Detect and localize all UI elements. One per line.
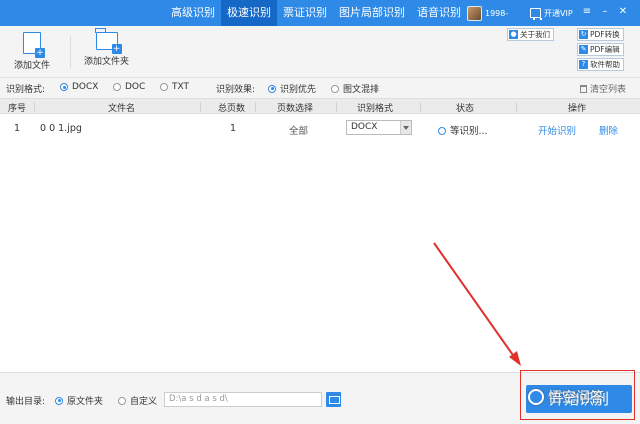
help-button[interactable]: ? 软件帮助 bbox=[577, 58, 624, 71]
row-format-value: DOCX bbox=[351, 122, 378, 132]
header-filename: 文件名 bbox=[108, 104, 136, 114]
row-filename: 0 0 1.jpg bbox=[40, 123, 82, 134]
vip-label: 开通VIP bbox=[544, 8, 573, 18]
title-bar: 高级识别 极速识别 票证识别 图片局部识别 语音识别 1998- 开通VIP ≡… bbox=[0, 0, 640, 26]
header-format: 识别格式 bbox=[357, 104, 394, 114]
header-page-select: 页数选择 bbox=[277, 104, 314, 114]
dropdown-arrow-icon bbox=[400, 121, 411, 134]
pdf-edit-button[interactable]: ✎ PDF编辑 bbox=[577, 43, 624, 56]
help-icon: ? bbox=[579, 60, 588, 69]
tab-ticket-ocr[interactable]: 票证识别 bbox=[277, 0, 333, 26]
vip-button[interactable]: 开通VIP bbox=[530, 4, 573, 22]
row-status: 等识别... bbox=[438, 123, 488, 137]
header-index: 序号 bbox=[8, 104, 27, 114]
toolbar: 添加文件 添加文件夹 ● 关于我们 ↻ PDF转换 ✎ PDF编辑 ? 软件帮助 bbox=[0, 26, 640, 78]
clear-list-button[interactable]: 清空列表 bbox=[580, 82, 626, 95]
effect-priority-radio[interactable]: 识别优先 bbox=[268, 82, 316, 95]
header-pages: 总页数 bbox=[218, 104, 246, 114]
options-row: 识别格式: DOCX DOC TXT 识别效果: 识别优先 图文混排 清空列表 bbox=[0, 79, 640, 97]
pdf-convert-button[interactable]: ↻ PDF转换 bbox=[577, 28, 624, 41]
table-row[interactable]: 1 0 0 1.jpg 1 全部 DOCX 等识别... 开始识别 删除 bbox=[0, 118, 640, 140]
radio-icon bbox=[55, 396, 63, 405]
row-status-label: 等识别... bbox=[450, 126, 488, 137]
pdf-edit-label: PDF编辑 bbox=[590, 45, 620, 54]
file-list: 1 0 0 1.jpg 1 全部 DOCX 等识别... 开始识别 删除 bbox=[0, 114, 640, 372]
main-nav: 高级识别 极速识别 票证识别 图片局部识别 语音识别 bbox=[165, 0, 467, 26]
header-actions: 操作 bbox=[568, 104, 587, 114]
header-status: 状态 bbox=[456, 104, 475, 114]
user-name: 1998- bbox=[485, 8, 509, 18]
radio-icon bbox=[60, 83, 68, 91]
about-label: 关于我们 bbox=[520, 30, 550, 39]
row-delete-link[interactable]: 删除 bbox=[599, 123, 618, 137]
radio-icon bbox=[331, 84, 339, 93]
tab-partial-image-ocr[interactable]: 图片局部识别 bbox=[333, 0, 411, 26]
output-custom-label: 自定义 bbox=[130, 397, 158, 407]
add-folder-button[interactable]: 添加文件夹 bbox=[84, 28, 130, 67]
wukong-logo-icon bbox=[528, 389, 544, 405]
row-start-link[interactable]: 开始识别 bbox=[538, 123, 576, 137]
format-docx-radio[interactable]: DOCX bbox=[60, 82, 98, 92]
effect-priority-label: 识别优先 bbox=[280, 85, 317, 95]
help-label: 软件帮助 bbox=[590, 60, 620, 69]
watermark: 悟空问答 bbox=[528, 382, 636, 412]
format-label: 识别格式: bbox=[6, 85, 46, 95]
trash-icon bbox=[580, 84, 587, 93]
radio-icon bbox=[113, 83, 121, 91]
tab-advanced-ocr[interactable]: 高级识别 bbox=[165, 0, 221, 26]
menu-icon[interactable]: ≡ bbox=[580, 4, 594, 20]
output-original-label: 原文件夹 bbox=[67, 397, 104, 407]
row-format-select[interactable]: DOCX bbox=[346, 120, 412, 135]
effect-mixed-radio[interactable]: 图文混排 bbox=[331, 82, 379, 95]
add-file-icon bbox=[23, 32, 45, 58]
output-dir-label: 输出目录: bbox=[6, 397, 46, 407]
format-txt-label: TXT bbox=[172, 82, 190, 92]
output-original-radio[interactable]: 原文件夹 bbox=[55, 394, 103, 407]
tab-voice-ocr[interactable]: 语音识别 bbox=[411, 0, 467, 26]
row-pages: 1 bbox=[230, 123, 237, 134]
radio-icon bbox=[160, 83, 168, 91]
radio-icon bbox=[268, 84, 276, 93]
add-file-button[interactable]: 添加文件 bbox=[14, 32, 50, 71]
add-folder-icon bbox=[95, 28, 122, 54]
avatar bbox=[467, 5, 482, 21]
convert-icon: ↻ bbox=[579, 30, 588, 39]
edit-icon: ✎ bbox=[579, 45, 588, 54]
table-header: 序号 文件名 总页数 页数选择 识别格式 状态 操作 bbox=[0, 98, 640, 114]
effect-mixed-label: 图文混排 bbox=[343, 85, 380, 95]
about-button[interactable]: ● 关于我们 bbox=[507, 28, 554, 41]
format-doc-label: DOC bbox=[125, 82, 146, 92]
watermark-text: 悟空问答 bbox=[548, 390, 604, 406]
output-path-input[interactable]: D:\a s d a s d\ bbox=[164, 392, 322, 407]
row-page-select[interactable]: 全部 bbox=[289, 123, 308, 137]
format-doc-radio[interactable]: DOC bbox=[113, 82, 145, 92]
user-account[interactable]: 1998- bbox=[467, 4, 508, 22]
row-index: 1 bbox=[14, 123, 21, 134]
radio-icon bbox=[118, 396, 126, 405]
cart-icon bbox=[530, 8, 542, 20]
format-docx-label: DOCX bbox=[72, 82, 99, 92]
clock-icon bbox=[438, 127, 446, 135]
pdf-convert-label: PDF转换 bbox=[590, 30, 620, 39]
add-folder-label: 添加文件夹 bbox=[84, 57, 130, 67]
tab-fast-ocr[interactable]: 极速识别 bbox=[221, 0, 277, 26]
minimize-icon[interactable]: – bbox=[598, 4, 612, 20]
close-icon[interactable]: ✕ bbox=[616, 4, 630, 20]
person-icon: ● bbox=[509, 30, 518, 39]
add-file-label: 添加文件 bbox=[14, 61, 51, 71]
toolbar-divider bbox=[70, 36, 71, 68]
effect-label: 识别效果: bbox=[216, 85, 256, 95]
clear-list-label: 清空列表 bbox=[590, 85, 627, 95]
format-txt-radio[interactable]: TXT bbox=[160, 82, 189, 92]
browse-folder-button[interactable] bbox=[326, 392, 341, 407]
output-custom-radio[interactable]: 自定义 bbox=[118, 394, 157, 407]
